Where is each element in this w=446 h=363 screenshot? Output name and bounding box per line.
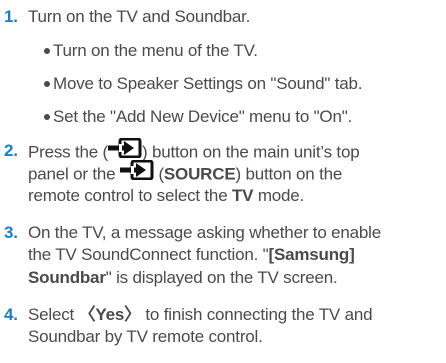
text-fragment: the TV SoundConnect function. "	[28, 245, 269, 264]
step-text-line: On the TV, a message asking whether to e…	[28, 223, 381, 242]
text-fragment: to finish connecting the TV and	[140, 305, 373, 324]
bullet-dot	[44, 80, 50, 87]
bold-term: [Samsung]	[268, 245, 355, 264]
step-text: Turn on the TV and Soundbar.	[28, 7, 251, 26]
instruction-page: 1. Turn on the TV and Soundbar. Turn on …	[0, 0, 446, 363]
bullet-text: Set the "Add New Device" menu to "On".	[53, 107, 353, 126]
step-number: 4.	[4, 305, 18, 324]
bold-term: Soundbar	[28, 268, 106, 287]
text-fragment: Select	[28, 305, 79, 324]
step-text-line: the TV SoundConnect function. "[Samsung]	[28, 244, 355, 266]
step-text-line: remote control to select the TV mode.	[28, 185, 304, 207]
bold-term: 〈Yes〉	[78, 305, 142, 324]
bullet-dot	[44, 113, 50, 120]
step-text-line: Soundbar" is displayed on the TV screen.	[28, 267, 338, 289]
bullet-item: Turn on the menu of the TV.	[44, 40, 258, 62]
bullet-text: Move to Speaker Settings on "Sound" tab.	[53, 74, 363, 93]
text-fragment: mode.	[253, 186, 305, 205]
text-fragment: Press the (	[28, 142, 108, 162]
step-text-line: Soundbar by TV remote control.	[28, 327, 263, 346]
source-input-icon	[119, 159, 154, 186]
text-fragment: panel or the	[28, 164, 116, 184]
step-text-line: Select 〈Yes〉 to finish connecting the TV…	[28, 304, 373, 326]
bullet-item: Set the "Add New Device" menu to "On".	[44, 106, 352, 128]
bold-term: TV	[231, 186, 254, 205]
bold-term: SOURCE	[163, 164, 236, 184]
step-number: 2.	[4, 141, 18, 160]
bullet-text: Turn on the menu of the TV.	[53, 41, 258, 60]
bullet-dot	[44, 47, 50, 54]
text-fragment: ) button on the main unit’s top	[142, 142, 360, 162]
text-fragment: ) button on the	[235, 164, 343, 184]
text-fragment: remote control to select the	[28, 186, 232, 205]
step-number: 3.	[4, 223, 18, 242]
text-fragment: " is displayed on the TV screen.	[105, 268, 338, 287]
bullet-item: Move to Speaker Settings on "Sound" tab.	[44, 73, 363, 95]
step-number: 1.	[4, 7, 18, 26]
